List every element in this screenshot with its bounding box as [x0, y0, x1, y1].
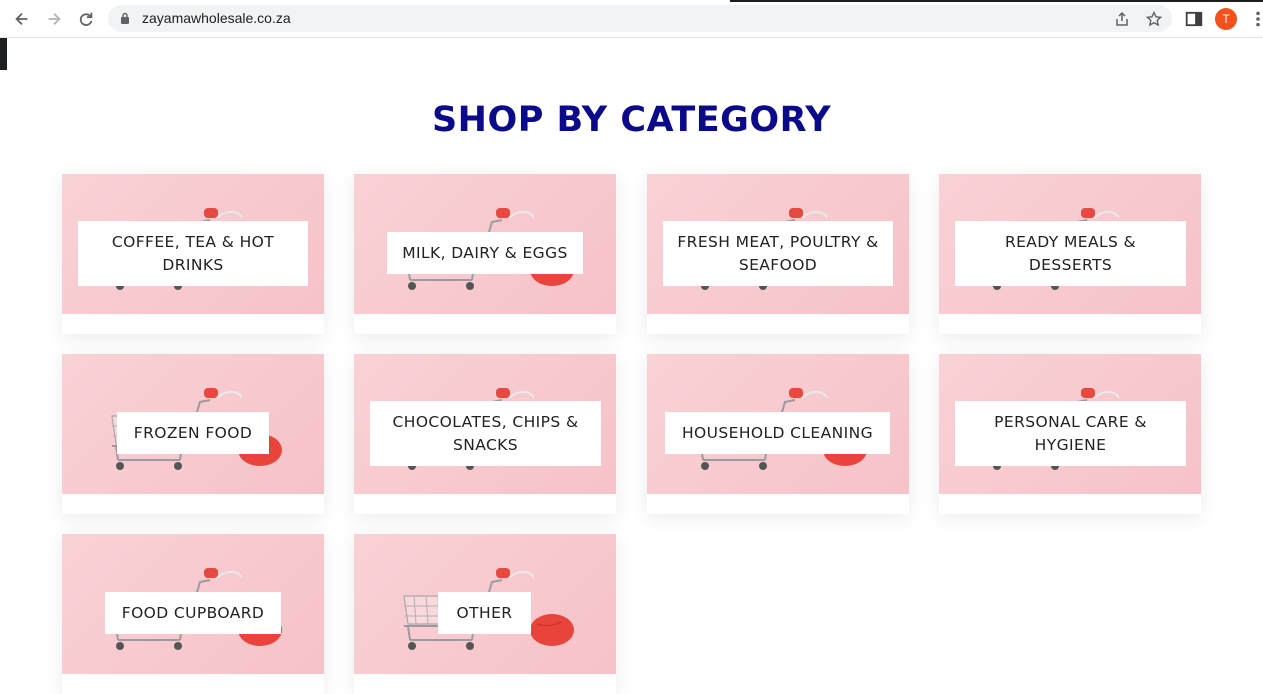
category-label[interactable]: FROZEN FOOD [117, 412, 269, 454]
url-text: zayamawholesale.co.za [142, 10, 291, 26]
side-panel-icon[interactable] [1184, 9, 1204, 29]
reload-icon[interactable] [76, 9, 96, 29]
category-card[interactable]: FOOD CUPBOARD [62, 534, 324, 694]
category-card[interactable]: HOUSEHOLD CLEANING [647, 354, 909, 514]
category-card[interactable]: COFFEE, TEA & HOT DRINKS [62, 174, 324, 334]
category-card[interactable]: MILK, DAIRY & EGGS [354, 174, 616, 334]
category-card[interactable]: FRESH MEAT, POULTRY & SEAFOOD [647, 174, 909, 334]
forward-icon[interactable] [44, 9, 64, 29]
category-card[interactable]: READY MEALS & DESSERTS [939, 174, 1201, 334]
category-label[interactable]: HOUSEHOLD CLEANING [665, 412, 890, 454]
tab-strip-edge-dark [730, 0, 1263, 2]
share-icon[interactable] [1114, 11, 1130, 27]
bookmark-star-icon[interactable] [1146, 11, 1162, 27]
category-label[interactable]: READY MEALS & DESSERTS [955, 221, 1186, 286]
category-card[interactable]: OTHER [354, 534, 616, 694]
address-bar[interactable]: zayamawholesale.co.za [108, 5, 1172, 32]
category-card[interactable]: FROZEN FOOD [62, 354, 324, 514]
tab-strip-edge [480, 0, 730, 2]
category-card[interactable]: CHOCOLATES, CHIPS & SNACKS [354, 354, 616, 514]
category-label[interactable]: FOOD CUPBOARD [105, 592, 281, 634]
back-icon[interactable] [12, 9, 32, 29]
category-label[interactable]: FRESH MEAT, POULTRY & SEAFOOD [663, 221, 893, 286]
category-label[interactable]: OTHER [438, 592, 531, 634]
page-title: SHOP BY CATEGORY [431, 100, 832, 140]
profile-avatar[interactable]: T [1215, 8, 1237, 30]
category-label[interactable]: COFFEE, TEA & HOT DRINKS [78, 221, 308, 286]
category-card[interactable]: PERSONAL CARE & HYGIENE [939, 354, 1201, 514]
lock-icon [121, 12, 129, 24]
category-label[interactable]: CHOCOLATES, CHIPS & SNACKS [370, 401, 601, 466]
browser-toolbar: zayamawholesale.co.za T [0, 0, 1263, 38]
category-label[interactable]: PERSONAL CARE & HYGIENE [955, 401, 1186, 466]
page-edge-tab [0, 38, 7, 70]
computer-mouse-icon [530, 614, 574, 646]
menu-kebab-icon[interactable] [1248, 9, 1263, 29]
category-label[interactable]: MILK, DAIRY & EGGS [387, 232, 583, 274]
